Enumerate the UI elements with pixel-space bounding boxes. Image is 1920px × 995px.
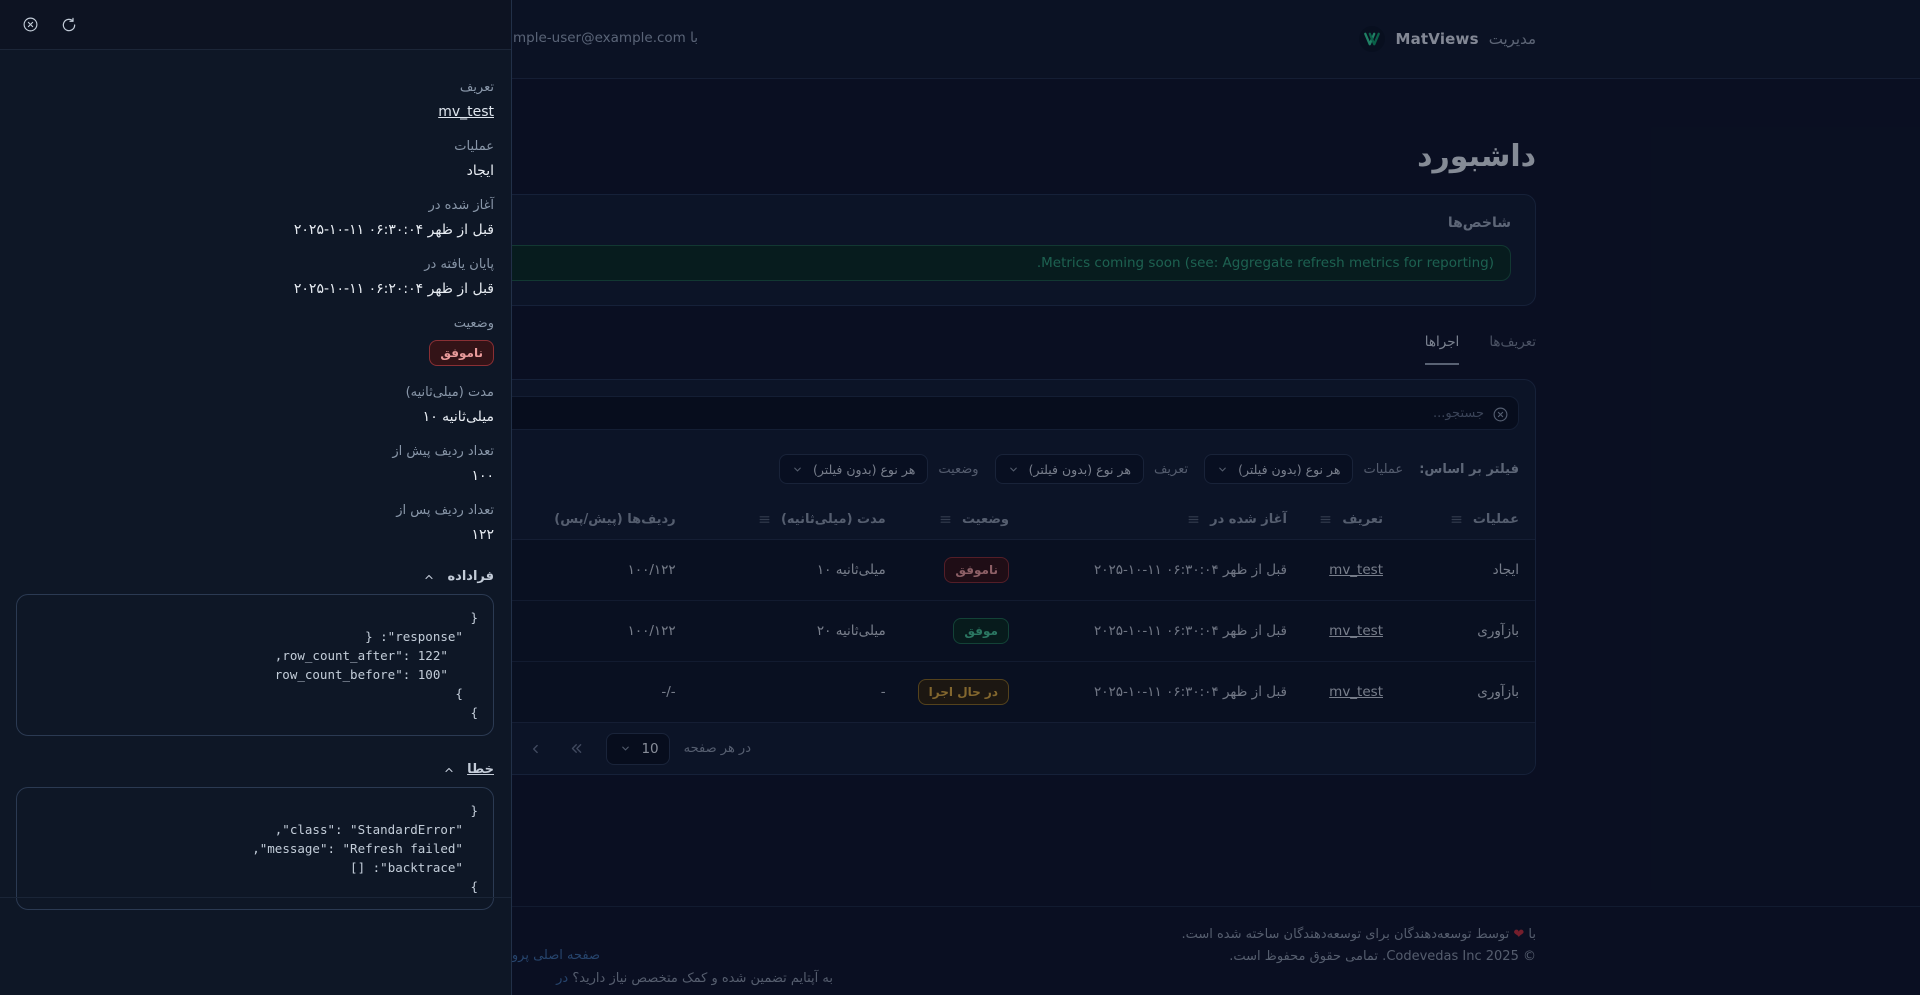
metrics-coming-soon-banner: Metrics coming soon (see: Aggregate refr… [409,245,1511,281]
filter-bars-icon[interactable] [758,513,771,526]
filter-bars-icon[interactable] [1187,513,1200,526]
drawer-header [0,0,511,50]
definition-link[interactable]: mv_test [438,104,494,120]
error-title: خطا [467,762,494,777]
page-title: داشبورد [384,139,1536,174]
filter-operation-value: هر نوع (بدون فیلتر) [1238,462,1340,477]
field-finished-at: پایان یافته در ۲۰۲۵-۱۰-۱۱ ۰۶:۲۰:۰۴ قبل ا… [16,257,494,297]
field-rows-before: تعداد ردیف پیش از ۱۰۰ [16,444,494,484]
signed-in-user: با example-user@example.com [489,30,698,46]
table-row[interactable]: ایجاد mv_test ۲۰۲۵-۱۰-۱۱ ۰۶:۳۰:۰۴ قبل از… [385,540,1535,601]
filter-status-label: وضعیت [938,462,978,477]
field-rows-after: تعداد ردیف پس از ۱۲۲ [16,503,494,543]
filter-status-value: هر نوع (بدون فیلتر) [813,462,915,477]
heart-icon: ❤ [1513,927,1524,942]
definition-link[interactable]: mv_test [1329,562,1383,578]
tab-runs[interactable]: اجراها [1425,334,1460,365]
chevron-right-single-icon[interactable] [522,735,550,763]
filter-status-select[interactable]: هر نوع (بدون فیلتر) [779,454,928,484]
metadata-title: فراداده [447,569,494,584]
search-input[interactable] [401,396,1519,430]
per-page-select[interactable]: 10 [606,733,670,765]
status-badge: ناموفق [944,557,1009,583]
chevron-down-icon [1217,464,1228,475]
brand-name: MatViews [1395,30,1478,48]
field-started-at: آغاز شده در ۲۰۲۵-۱۰-۱۱ ۰۶:۳۰:۰۴ قبل از ظ… [16,198,494,238]
runs-card: فیلتر بر اساس: عملیات هر نوع (بدون فیلتر… [384,379,1536,775]
field-status: وضعیت ناموفق [16,316,494,366]
error-section-header[interactable]: خطا [16,762,494,777]
filter-bars-icon[interactable] [1319,513,1332,526]
col-definition[interactable]: تعریف [1303,502,1399,540]
pagination-bar: در هر صفحه 10 [385,722,1535,774]
brand-prefix: مدیریت [1489,30,1536,48]
filter-definition-label: تعریف [1154,462,1188,477]
definition-link[interactable]: mv_test [1329,623,1383,639]
status-badge: موفق [953,618,1009,644]
filter-bars-icon[interactable] [1450,513,1463,526]
chevron-down-icon [620,743,631,754]
support-link[interactable]: در [556,971,568,986]
close-circle-icon[interactable] [22,16,39,33]
tabs: تعریف‌ها اجراها [384,334,1536,365]
support-line: به آپتایم تضمین شده و کمک متخصص نیاز دار… [556,971,833,986]
col-operation[interactable]: عملیات [1399,502,1535,540]
run-details-drawer: تعریف mv_test عملیات ایجاد آغاز شده در ۲… [0,0,512,995]
metadata-json: { "response": { "row_count_after": 122, … [32,608,478,722]
metrics-title: شاخص‌ها [409,215,1511,231]
chevron-down-icon [792,464,803,475]
chevron-up-icon [443,764,455,776]
col-duration[interactable]: مدت (میلی‌ثانیه) [692,502,902,540]
tab-definitions[interactable]: تعریف‌ها [1489,334,1536,365]
brand[interactable]: MatViews مدیریت [1359,26,1536,52]
metrics-card: شاخص‌ها Metrics coming soon (see: Aggreg… [384,194,1536,306]
clear-search-icon[interactable] [1492,406,1509,423]
col-started-at[interactable]: آغاز شده در [1025,502,1303,540]
error-code-block: { "class": "StandardError", "message": "… [16,787,494,910]
search-bar [385,380,1535,446]
footer-credits: با ❤ توسط توسعه‌دهندگان برای توسعه‌دهندگ… [1181,924,1536,968]
status-badge: در حال اجرا [918,679,1009,705]
chevron-right-double-icon[interactable] [564,735,592,763]
table-row[interactable]: بازآوری mv_test ۲۰۲۵-۱۰-۱۱ ۰۶:۳۰:۰۴ قبل … [385,601,1535,662]
drawer-footer-divider [0,897,511,898]
chevron-up-icon [423,571,435,583]
chevron-down-icon [1008,464,1019,475]
made-with-love-line: با ❤ توسط توسعه‌دهندگان برای توسعه‌دهندگ… [1181,924,1536,946]
filter-definition-value: هر نوع (بدون فیلتر) [1029,462,1131,477]
per-page-label: در هر صفحه [684,741,751,756]
app-root: MatViews مدیریت با example-user@example.… [0,0,1920,995]
status-badge: ناموفق [429,340,494,366]
filter-definition-select[interactable]: هر نوع (بدون فیلتر) [995,454,1144,484]
filter-bars-icon[interactable] [939,513,952,526]
per-page-value: 10 [641,741,658,757]
col-rows[interactable]: ردیف‌ها (پیش/پس) [538,502,691,540]
filter-operation-label: عملیات [1363,462,1403,477]
filter-row: فیلتر بر اساس: عملیات هر نوع (بدون فیلتر… [385,446,1535,502]
table-header-row: عملیات تعریف آغاز شده در وضعیت مدت (میلی… [385,502,1535,540]
metadata-section-header[interactable]: فراداده [16,569,494,584]
filter-caption: فیلتر بر اساس: [1419,462,1519,477]
runs-table: عملیات تعریف آغاز شده در وضعیت مدت (میلی… [385,502,1535,722]
definition-link[interactable]: mv_test [1329,684,1383,700]
filter-operation-select[interactable]: هر نوع (بدون فیلتر) [1204,454,1353,484]
error-json: { "class": "StandardError", "message": "… [32,801,478,896]
field-operation: عملیات ایجاد [16,139,494,179]
field-duration: مدت (میلی‌ثانیه) ۱۰ میلی‌ثانیه [16,385,494,425]
table-row[interactable]: بازآوری mv_test ۲۰۲۵-۱۰-۱۱ ۰۶:۳۰:۰۴ قبل … [385,662,1535,723]
refresh-icon[interactable] [61,17,77,33]
metadata-code-block: { "response": { "row_count_after": 122, … [16,594,494,736]
col-status[interactable]: وضعیت [902,502,1025,540]
field-definition: تعریف mv_test [16,80,494,120]
copyright-line: © Codevedas Inc 2025. تمامی حقوق محفوظ ا… [1181,946,1536,968]
brand-v-icon [1359,26,1385,52]
project-home-link[interactable]: صفحه اصلی پروژ [506,948,600,963]
